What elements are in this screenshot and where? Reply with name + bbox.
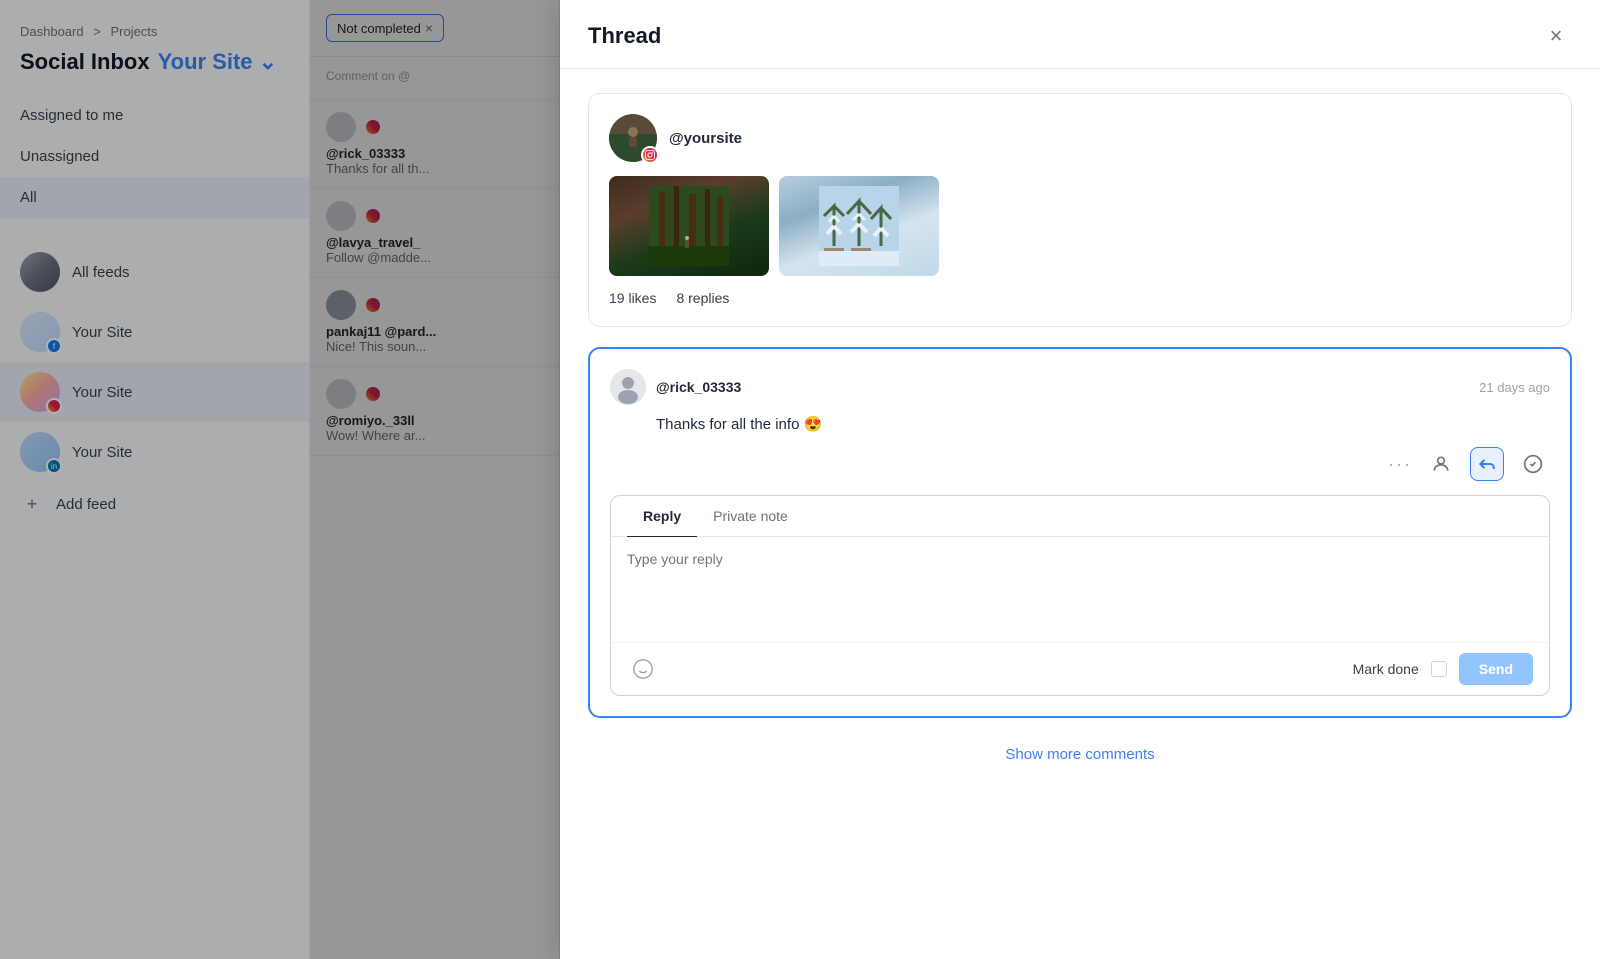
resolve-button[interactable]	[1516, 447, 1550, 481]
tab-private-note[interactable]: Private note	[697, 496, 804, 538]
post-card-header: @yoursite	[609, 114, 1551, 162]
mark-done-checkbox[interactable]	[1431, 661, 1447, 677]
reply-right-controls: Mark done Send	[1353, 653, 1533, 685]
post-images	[609, 176, 1551, 276]
reply-footer: Mark done Send	[611, 642, 1549, 695]
send-button[interactable]: Send	[1459, 653, 1533, 685]
close-button[interactable]: ×	[1540, 20, 1572, 52]
show-more-comments-button[interactable]: Show more comments	[588, 738, 1572, 771]
post-likes: 19 likes	[609, 290, 656, 306]
post-image-snow	[779, 176, 939, 276]
thread-modal: Thread ×	[560, 0, 1600, 959]
assign-button[interactable]	[1424, 447, 1458, 481]
comment-avatar	[610, 369, 646, 405]
reply-button[interactable]	[1470, 447, 1504, 481]
comment-username: @rick_03333	[656, 379, 741, 395]
commenter-avatar-image	[610, 369, 646, 405]
reply-area: Reply Private note Mark done	[610, 495, 1550, 696]
reply-icon	[1477, 454, 1497, 474]
modal-header: Thread ×	[560, 0, 1600, 69]
comment-card: @rick_03333 21 days ago Thanks for all t…	[588, 347, 1572, 718]
post-replies: 8 replies	[676, 290, 729, 306]
mark-done-label: Mark done	[1353, 661, 1419, 677]
tab-reply[interactable]: Reply	[627, 496, 697, 538]
forest-thumbnail	[649, 186, 729, 266]
post-card: @yoursite	[588, 93, 1572, 327]
reply-tabs: Reply Private note	[611, 496, 1549, 537]
modal-title: Thread	[588, 23, 661, 49]
modal-body: @yoursite	[560, 69, 1600, 959]
comment-header: @rick_03333 21 days ago	[610, 369, 1550, 405]
post-stats: 19 likes 8 replies	[609, 290, 1551, 306]
post-instagram-badge-icon	[641, 146, 659, 164]
person-icon	[1431, 454, 1451, 474]
snow-thumbnail	[819, 186, 899, 266]
more-actions-button[interactable]: ···	[1388, 454, 1412, 475]
checkmark-icon	[1523, 454, 1543, 474]
comment-actions: ···	[610, 447, 1550, 481]
comment-author-info: @rick_03333	[610, 369, 741, 405]
comment-timestamp: 21 days ago	[1479, 380, 1550, 395]
emoji-icon	[632, 658, 654, 680]
post-avatar-wrap	[609, 114, 657, 162]
post-image-forest	[609, 176, 769, 276]
post-username: @yoursite	[669, 130, 742, 147]
comment-body-text: Thanks for all the info 😍	[656, 415, 1550, 433]
emoji-button[interactable]	[627, 653, 659, 685]
reply-input[interactable]	[611, 537, 1549, 637]
instagram-icon	[645, 150, 655, 160]
